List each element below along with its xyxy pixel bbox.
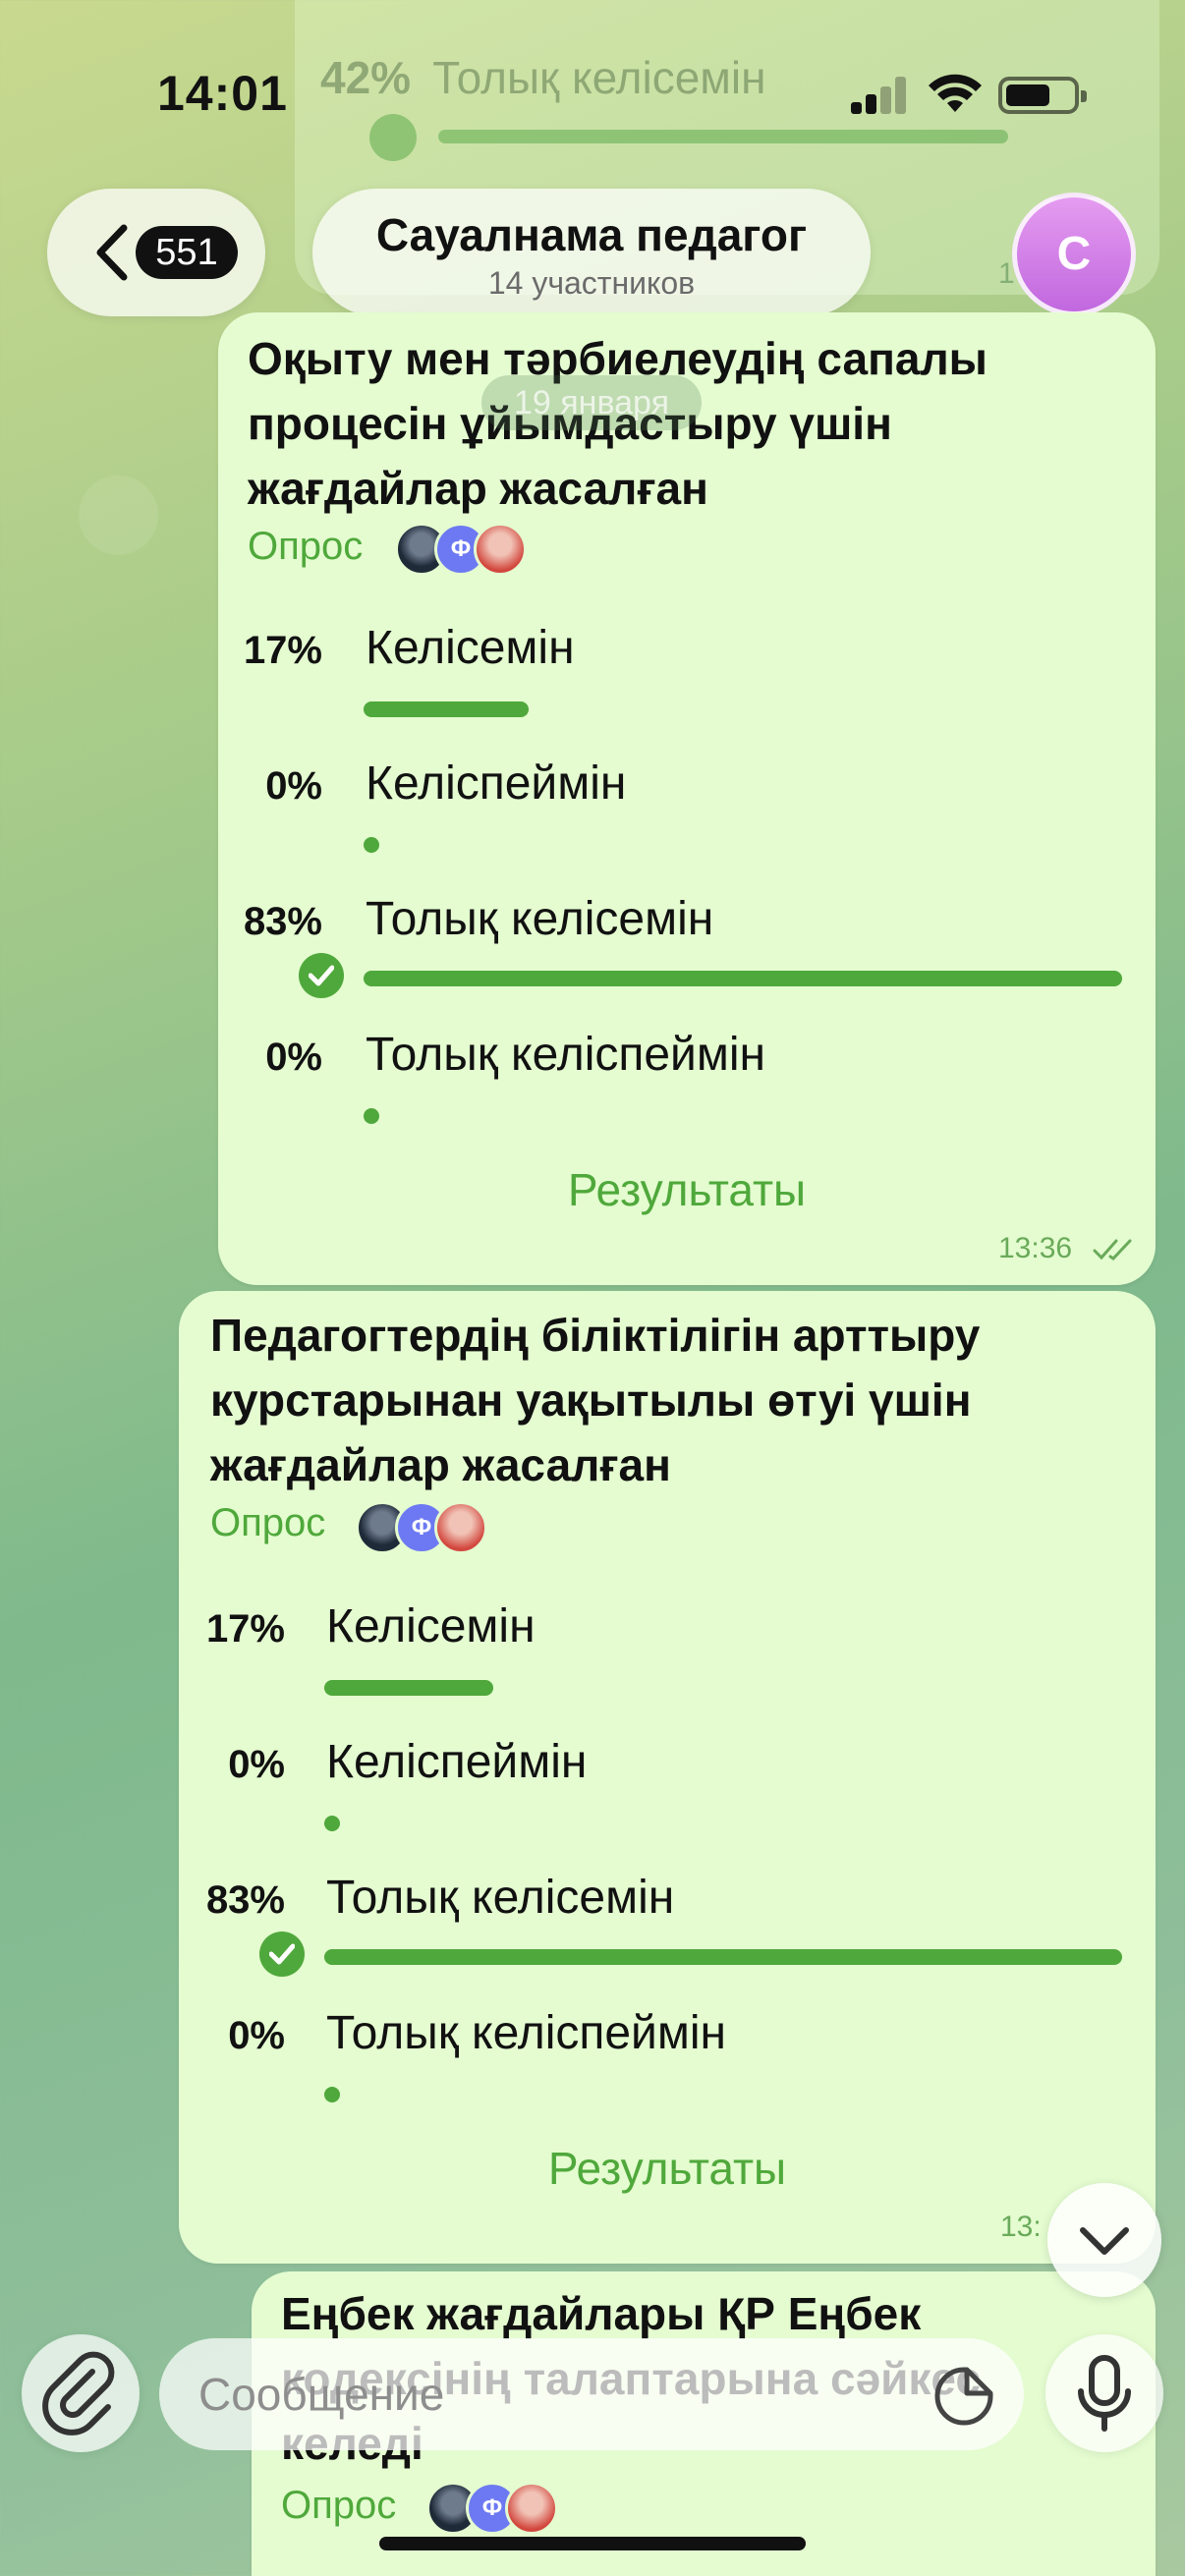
back-button[interactable]: 551 [47, 189, 265, 316]
poll-results-button[interactable]: Результаты [218, 1163, 1156, 1216]
chat-member-count: 14 участников [487, 265, 696, 301]
option-label: Толық келісемін [366, 893, 714, 945]
option-percent: 17% [243, 629, 322, 672]
option-label: Толық келіспеймін [326, 2007, 727, 2059]
option-result-dot [324, 1816, 340, 1831]
cellular-signal-icon [851, 77, 908, 114]
poll-voters[interactable]: Ф [356, 1501, 503, 1554]
voice-message-button[interactable] [1045, 2334, 1163, 2452]
selected-check-icon [259, 1932, 305, 1977]
chat-avatar[interactable]: С [1012, 193, 1136, 316]
date-separator: 19 января [481, 375, 702, 430]
paperclip-icon [42, 2351, 115, 2436]
attach-button[interactable] [22, 2334, 140, 2452]
option-result-dot [364, 837, 379, 853]
status-time: 14:01 [157, 66, 288, 121]
voter-avatar [505, 2482, 558, 2535]
poll-voters[interactable]: Ф [426, 2482, 574, 2535]
poll-voters[interactable]: Ф [395, 523, 542, 576]
scroll-to-bottom-button[interactable] [1047, 2183, 1161, 2297]
option-label: Толық келісемін [326, 1872, 675, 1924]
poll-type-label: Опрос [248, 525, 364, 568]
chevron-left-icon [96, 224, 128, 281]
option-label: Келіспеймін [326, 1736, 588, 1788]
unread-count-badge: 551 [136, 226, 238, 279]
poll-type-label: Опрос [281, 2484, 397, 2527]
option-result-bar [364, 701, 529, 717]
poll-results-button[interactable]: Результаты [179, 2142, 1156, 2195]
message-time: 13: [1000, 2211, 1042, 2243]
sticker-icon[interactable] [933, 2366, 994, 2427]
chat-title: Сауалнама педагог [375, 209, 808, 260]
status-bar: 14:01 [0, 0, 1185, 187]
message-input[interactable] [159, 2338, 1024, 2450]
selected-check-icon [299, 953, 344, 998]
option-percent: 0% [265, 1036, 322, 1079]
home-indicator [379, 2537, 806, 2550]
option-label: Келісемін [366, 622, 575, 674]
voter-avatar [434, 1501, 487, 1554]
option-percent: 0% [228, 1743, 285, 1786]
option-percent: 17% [205, 1607, 285, 1651]
option-percent: 0% [228, 2014, 285, 2057]
chat-title-pill[interactable]: Сауалнама педагог 14 участников [312, 189, 871, 316]
poll-question: Педагогтердің біліктілігін арттыру курст… [210, 1310, 981, 1490]
microphone-icon [1078, 2355, 1131, 2432]
wifi-icon [929, 74, 982, 112]
option-label: Толық келіспеймін [366, 1029, 766, 1081]
option-result-bar [324, 1949, 1122, 1965]
option-percent: 0% [265, 764, 322, 808]
battery-icon [998, 77, 1087, 114]
message-time: 13:36 [998, 1232, 1073, 1264]
poll-type-label: Опрос [210, 1501, 326, 1544]
poll-message: Оқыту мен тәрбиелеудің сапалы процесін ұ… [218, 312, 1156, 1285]
double-check-read-icon [1093, 1239, 1132, 1260]
option-label: Келіспеймін [366, 757, 627, 810]
option-result-dot [364, 1108, 379, 1124]
poll-message: Педагогтердің біліктілігін арттыру курст… [179, 1291, 1156, 2264]
option-percent: 83% [205, 1878, 285, 1922]
option-result-dot [324, 2087, 340, 2102]
option-label: Келісемін [326, 1600, 536, 1652]
voter-avatar [474, 523, 527, 576]
option-result-bar [324, 1680, 493, 1696]
option-percent: 83% [243, 900, 322, 943]
option-result-bar [364, 971, 1122, 986]
chevron-down-icon [1080, 2227, 1129, 2255]
